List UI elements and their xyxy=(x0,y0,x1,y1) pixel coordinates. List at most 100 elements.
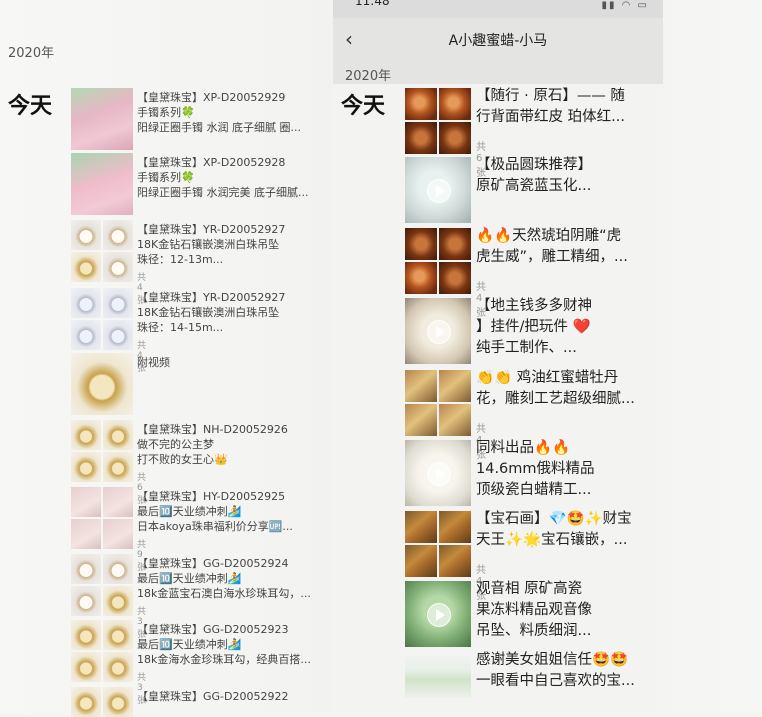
bracelet-thumbnail[interactable] xyxy=(71,88,133,150)
earring-thumbnail[interactable] xyxy=(71,554,101,584)
earring-thumbnail[interactable] xyxy=(71,420,101,450)
post-line: 日本akoya珠串福利价分享🆙... xyxy=(137,520,293,533)
pearl-strand-thumbnail[interactable] xyxy=(103,519,133,549)
thumbnail-grid[interactable] xyxy=(405,511,471,577)
thumbnail-grid[interactable] xyxy=(405,228,471,294)
post-line: 18k金海水金珍珠耳勾，经典百搭... xyxy=(137,653,311,666)
amber-carving-thumbnail[interactable] xyxy=(439,262,471,294)
post-text: 🔥🔥天然琥珀阴雕“虎 虎生威”，雕工精细，... xyxy=(476,226,658,268)
post-line: 最后🔟天业绩冲刺🏄 xyxy=(137,638,242,651)
post-line: 】挂件/把玩件 ❤️ xyxy=(476,319,591,335)
video-thumbnail[interactable] xyxy=(405,440,471,506)
post-line: 手镯系列🍀 xyxy=(137,106,195,119)
thumbnail-grid[interactable] xyxy=(405,370,471,436)
thumbnail-grid[interactable] xyxy=(71,288,133,350)
post-line: 【随行 · 原石】—— 随 xyxy=(476,88,625,104)
post-text: 【随行 · 原石】—— 随 行背面带红皮 珀体红... xyxy=(476,86,658,128)
pendant-thumbnail[interactable] xyxy=(103,288,133,318)
amber-carving-thumbnail[interactable] xyxy=(405,262,437,294)
video-thumbnail[interactable] xyxy=(405,298,471,364)
post-text: 观音相 原矿高瓷 果冻料精品观音像 吊坠、料质细润... xyxy=(476,579,658,642)
post-line: 感谢美女姐姐信任🤩🤩 xyxy=(476,652,629,668)
post-line: 【皇黛珠宝】GG-D20052924 xyxy=(137,557,289,570)
pendant-thumbnail[interactable] xyxy=(71,320,101,350)
pendant-thumbnail[interactable] xyxy=(103,220,133,250)
post-text: 【皇黛珠宝】XP-D20052928 手镯系列🍀 阳绿正圈手镯 水润完美 底子细… xyxy=(137,155,342,200)
video-thumbnail[interactable] xyxy=(405,157,471,223)
pendant-thumbnail[interactable] xyxy=(71,288,101,318)
thumbnail-grid[interactable] xyxy=(71,687,133,717)
amber-thumbnail[interactable] xyxy=(439,122,471,154)
post-text: 【皇黛珠宝】GG-D20052923 最后🔟天业绩冲刺🏄 18k金海水金珍珠耳勾… xyxy=(137,622,342,667)
chat-screenshot-thumbnail[interactable] xyxy=(405,652,471,698)
play-icon[interactable] xyxy=(427,320,451,344)
post-line: 【地主钱多多财神 xyxy=(476,298,592,314)
post-line: 原矿高瓷蓝玉化... xyxy=(476,178,592,194)
thumbnail-grid[interactable] xyxy=(71,220,133,282)
earring-thumbnail[interactable] xyxy=(71,586,101,616)
year-header: 2020年 xyxy=(333,62,663,84)
post-line: 【皇黛珠宝】YR-D20052927 xyxy=(137,223,286,236)
carving-thumbnail[interactable] xyxy=(439,370,471,402)
post-line: 最后🔟天业绩冲刺🏄 xyxy=(137,572,242,585)
post-text: 【宝石画】💎🤩✨财宝 天王✨🌟宝石镶嵌，... xyxy=(476,509,658,551)
post-line: 【皇黛珠宝】GG-D20052923 xyxy=(137,623,289,636)
thumbnail-grid[interactable] xyxy=(71,487,133,549)
play-icon[interactable] xyxy=(427,462,451,486)
thumbnail-grid[interactable] xyxy=(405,88,471,154)
amber-carving-thumbnail[interactable] xyxy=(405,228,437,260)
video-thumbnail[interactable] xyxy=(405,581,471,647)
post-text: 同料出品🔥🔥 14.6mm俄料精品 顶级瓷白蜡精工... xyxy=(476,438,658,501)
post-line: 【皇黛珠宝】XP-D20052928 xyxy=(137,156,286,169)
pendant-thumbnail[interactable] xyxy=(71,252,101,282)
left-moments-album: 2020年 今天 【皇黛珠宝】XP-D20052929 手镯系列🍀 阳绿正圈手镯… xyxy=(0,0,338,717)
earring-thumbnail[interactable] xyxy=(71,652,101,682)
earring-thumbnail[interactable] xyxy=(103,620,133,650)
carving-thumbnail[interactable] xyxy=(439,404,471,436)
carving-thumbnail[interactable] xyxy=(405,404,437,436)
post-text: 【极品圆珠推荐】 原矿高瓷蓝玉化... xyxy=(476,155,658,197)
gem-painting-thumbnail[interactable] xyxy=(405,511,437,543)
earring-thumbnail[interactable] xyxy=(103,452,133,482)
post-line: 【皇黛珠宝】NH-D20052926 xyxy=(137,423,288,436)
thumbnail-grid[interactable] xyxy=(71,420,133,482)
earring-thumbnail[interactable] xyxy=(71,620,101,650)
amber-thumbnail[interactable] xyxy=(439,88,471,120)
post-line: 【皇黛珠宝】XP-D20052929 xyxy=(137,91,286,104)
post-line: 【极品圆珠推荐】 xyxy=(476,157,592,173)
post-text: 【皇黛珠宝】XP-D20052929 手镯系列🍀 阳绿正圈手镯 水润 底子细腻 … xyxy=(137,90,342,135)
day-label: 今天 xyxy=(8,94,53,119)
post-text: 【地主钱多多财神 】挂件/把玩件 ❤️ 纯手工制作、... xyxy=(476,296,658,359)
amber-thumbnail[interactable] xyxy=(405,88,437,120)
earring-thumbnail[interactable] xyxy=(103,554,133,584)
pearl-strand-thumbnail[interactable] xyxy=(71,487,101,517)
earring-thumbnail[interactable] xyxy=(103,586,133,616)
pendant-thumbnail[interactable] xyxy=(103,320,133,350)
post-line: 同料出品🔥🔥 xyxy=(476,440,571,456)
bracelet-thumbnail[interactable] xyxy=(71,153,133,215)
play-icon[interactable] xyxy=(427,603,451,627)
pendant-thumbnail[interactable] xyxy=(71,220,101,250)
gem-painting-thumbnail[interactable] xyxy=(439,511,471,543)
video-thumbnail[interactable] xyxy=(71,353,133,415)
post-line: 阳绿正圈手镯 水润 底子细腻 圈... xyxy=(137,121,301,134)
pendant-thumbnail[interactable] xyxy=(103,252,133,282)
post-line: 👏👏 鸡油红蜜蜡牡丹 xyxy=(476,370,619,386)
post-line: 【宝石画】💎🤩✨财宝 xyxy=(476,511,632,527)
carving-thumbnail[interactable] xyxy=(405,370,437,402)
gem-painting-thumbnail[interactable] xyxy=(405,545,437,577)
amber-carving-thumbnail[interactable] xyxy=(439,228,471,260)
play-icon[interactable] xyxy=(427,179,451,203)
earring-thumbnail[interactable] xyxy=(71,452,101,482)
earring-thumbnail[interactable] xyxy=(103,652,133,682)
post-line: 观音相 原矿高瓷 xyxy=(476,581,583,597)
pearl-strand-thumbnail[interactable] xyxy=(71,519,101,549)
thumbnail-grid[interactable] xyxy=(71,554,133,616)
post-line: 行背面带红皮 珀体红... xyxy=(476,109,625,125)
gem-painting-thumbnail[interactable] xyxy=(439,545,471,577)
day-label: 今天 xyxy=(341,94,386,119)
earring-thumbnail[interactable] xyxy=(103,420,133,450)
pearl-strand-thumbnail[interactable] xyxy=(103,487,133,517)
amber-thumbnail[interactable] xyxy=(405,122,437,154)
thumbnail-grid[interactable] xyxy=(71,620,133,682)
